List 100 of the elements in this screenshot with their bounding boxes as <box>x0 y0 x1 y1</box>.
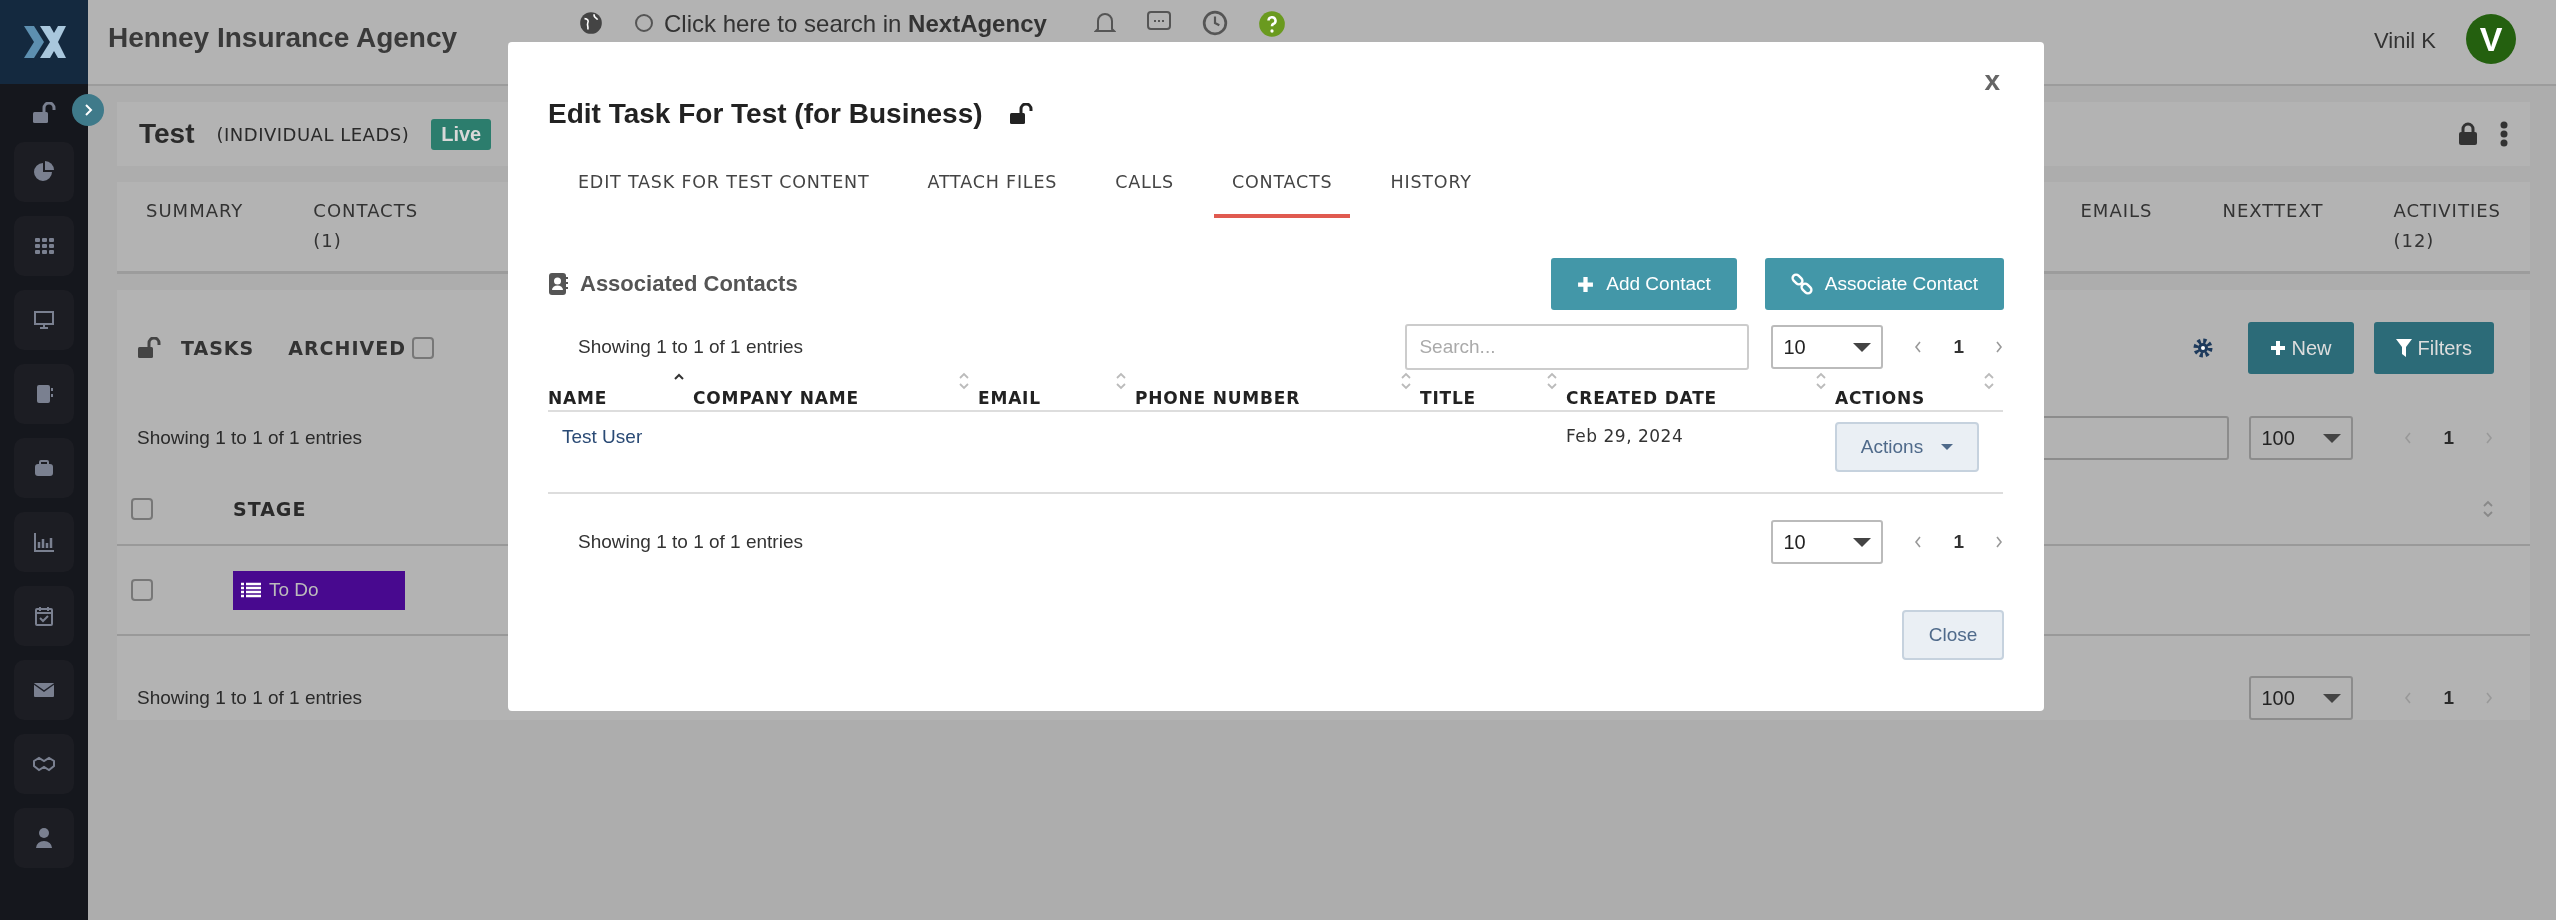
page-number[interactable]: 1 <box>2443 427 2454 449</box>
help-icon[interactable] <box>1258 10 1286 38</box>
page-size-select[interactable]: 10 <box>1771 325 1884 369</box>
select-all-checkbox[interactable] <box>131 498 153 520</box>
globe-icon[interactable] <box>578 10 604 36</box>
entries-info: Showing 1 to 1 of 1 entries <box>137 687 362 709</box>
more-options-icon[interactable] <box>2500 121 2508 147</box>
column-header[interactable]: NAME <box>548 372 693 412</box>
section-title: Associated Contacts <box>580 271 798 297</box>
caret-icon <box>1853 537 1872 547</box>
expand-sidebar-button[interactable] <box>72 94 104 126</box>
entries-info: Showing 1 to 1 of 1 entries <box>578 531 803 553</box>
address-book-icon <box>548 273 568 295</box>
page-number[interactable]: 1 <box>1953 531 1964 553</box>
page-number[interactable]: 1 <box>2443 687 2454 709</box>
column-header[interactable]: EMAIL <box>978 372 1135 412</box>
record-tab[interactable]: EMAILS <box>2080 196 2153 226</box>
sort-icon[interactable] <box>1546 372 1558 390</box>
sidebar-button[interactable] <box>14 808 74 868</box>
column-header[interactable]: TITLE <box>1420 372 1566 412</box>
dialog-title: Edit Task For Test (for Business) <box>548 98 983 130</box>
search-field[interactable]: Search... <box>1405 324 1750 370</box>
record-tab[interactable]: NEXTTEXT <box>2222 196 2324 226</box>
filters-button[interactable]: Filters <box>2373 322 2494 374</box>
lock-icon[interactable] <box>2458 122 2478 146</box>
filter-icon <box>2395 339 2412 357</box>
pie-chart-icon <box>32 160 56 184</box>
status-badge: Live <box>431 118 492 150</box>
column-header[interactable]: COMPANY NAME <box>693 372 978 412</box>
sidebar-button[interactable] <box>14 660 74 720</box>
chevron-right-icon <box>82 103 94 117</box>
sort-icon[interactable] <box>1115 372 1127 390</box>
stage-tag: To Do <box>233 570 405 610</box>
monitor-icon <box>32 308 56 332</box>
sidebar-button[interactable] <box>14 734 74 794</box>
page-size-select[interactable]: 100 <box>2249 416 2354 460</box>
calendar-check-icon <box>32 604 56 628</box>
app-title: Henney Insurance Agency <box>108 22 459 54</box>
sort-icon[interactable] <box>1983 372 1995 390</box>
sort-icon[interactable] <box>958 372 970 390</box>
column-header[interactable]: CREATED DATE <box>1566 372 1835 412</box>
sort-ascending-icon[interactable] <box>673 372 685 382</box>
unlock-icon <box>137 337 161 359</box>
list-icon <box>241 582 261 598</box>
bar-chart-icon <box>32 530 56 554</box>
caret-icon <box>2323 693 2342 703</box>
page-size-select[interactable]: 100 <box>2249 676 2354 720</box>
sidebar-button[interactable] <box>14 512 74 572</box>
unlock-icon <box>32 102 56 124</box>
page-size-select[interactable]: 10 <box>1771 520 1884 564</box>
unlock-icon <box>1008 103 1033 125</box>
record-type: (INDIVIDUAL LEADS) <box>216 123 410 145</box>
column-header[interactable]: PHONE NUMBER <box>1135 372 1420 412</box>
tasks-title: TASKS <box>181 337 255 359</box>
archived-checkbox[interactable] <box>412 337 434 359</box>
sidebar-button[interactable] <box>14 364 74 424</box>
record-tab[interactable]: ACTIVITIES (12) <box>2393 196 2501 256</box>
logo-icon[interactable] <box>22 24 66 60</box>
row-checkbox[interactable] <box>131 579 153 601</box>
sort-icon[interactable] <box>1815 372 1827 390</box>
plus-icon <box>1577 275 1595 293</box>
sort-icon[interactable] <box>1400 372 1412 390</box>
plus-icon <box>2269 340 2286 356</box>
record-tab[interactable]: CONTACTS (1) <box>313 196 419 256</box>
user-avatar[interactable]: V <box>2466 14 2516 64</box>
dialog-tab[interactable]: HISTORY <box>1372 160 1490 218</box>
previous-page-icon[interactable] <box>1913 535 1924 549</box>
sidebar-button[interactable] <box>14 290 74 350</box>
search-icon <box>634 13 656 35</box>
close-button[interactable]: Close <box>1902 610 2004 660</box>
settings-icon[interactable] <box>2191 337 2214 359</box>
previous-page-icon[interactable] <box>1913 340 1924 354</box>
user-name[interactable]: Vinil K <box>2374 28 2436 54</box>
table-cell: Feb 29, 2024 <box>1566 426 1684 446</box>
caret-icon <box>1941 444 1954 450</box>
global-search[interactable]: Click here to search in NextAgency <box>634 10 1064 38</box>
contact-name-link[interactable]: Test User <box>562 426 643 447</box>
sidebar-button[interactable] <box>14 438 74 498</box>
actions-dropdown-button[interactable]: Actions <box>1835 422 1979 472</box>
column-header[interactable]: STAGE <box>233 498 307 520</box>
archived-label: ARCHIVED <box>288 337 406 359</box>
sidebar-button[interactable] <box>14 142 74 202</box>
dialog-tab[interactable]: EDIT TASK FOR TEST CONTENT <box>560 160 888 218</box>
clock-icon[interactable] <box>1202 10 1228 36</box>
next-page-icon[interactable] <box>1994 340 2004 354</box>
dismiss-x-button[interactable]: x <box>1978 64 2006 98</box>
link-icon <box>1790 273 1813 295</box>
dialog-tab[interactable]: CONTACTS <box>1214 160 1351 218</box>
dialog-tab[interactable]: CALLS <box>1097 160 1192 218</box>
new-button[interactable]: New <box>2247 322 2354 374</box>
dialog-tab[interactable]: ATTACH FILES <box>909 160 1076 218</box>
column-header[interactable]: ACTIONS <box>1835 372 2003 412</box>
record-tab[interactable]: SUMMARY <box>146 196 244 226</box>
page-number[interactable]: 1 <box>1953 336 1964 358</box>
sidebar-button[interactable] <box>14 216 74 276</box>
next-page-icon[interactable] <box>1994 535 2004 549</box>
sidebar-button[interactable] <box>14 586 74 646</box>
caret-icon <box>2323 433 2342 443</box>
entries-info: Showing 1 to 1 of 1 entries <box>137 427 362 449</box>
entries-info: Showing 1 to 1 of 1 entries <box>578 336 803 358</box>
